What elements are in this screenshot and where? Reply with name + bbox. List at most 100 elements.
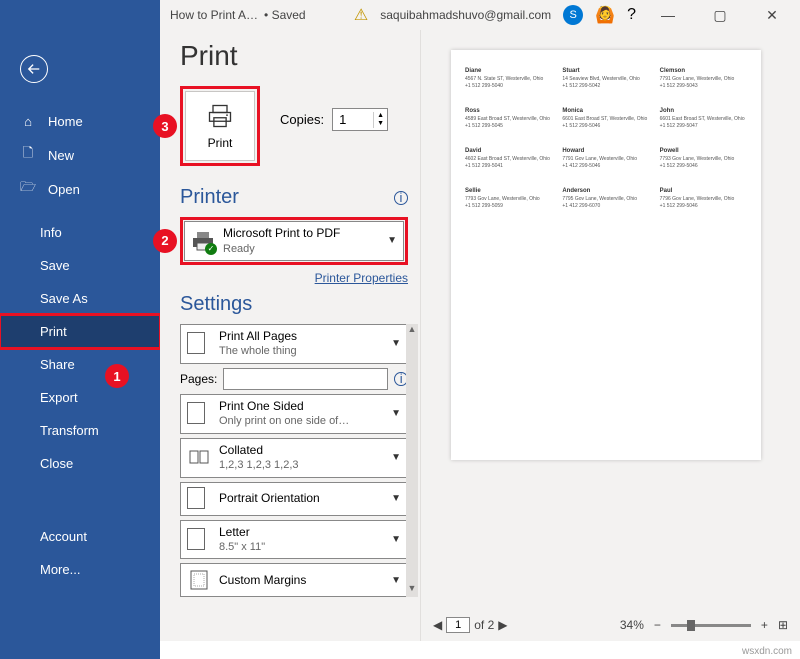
nav-new-label: New: [48, 148, 74, 163]
maximize-button[interactable]: ▢: [700, 1, 740, 29]
printer-status: Ready: [223, 242, 379, 256]
print-settings-column: Print 3 Print Copies: ▲▼ Printer i 2: [160, 30, 420, 641]
annotation-badge-2: 2: [153, 229, 177, 253]
nav-print[interactable]: Print: [0, 315, 160, 348]
page-title: Print: [180, 40, 408, 72]
print-range-dropdown[interactable]: Print All PagesThe whole thing ▼: [180, 324, 408, 364]
annotation-badge-3: 3: [153, 114, 177, 138]
chevron-down-icon: ▼: [391, 338, 401, 349]
copies-spinner[interactable]: ▲▼: [373, 112, 387, 128]
margins-dropdown[interactable]: Custom Margins ▼: [180, 563, 408, 597]
chevron-down-icon: ▼: [387, 235, 397, 246]
pages-input[interactable]: [223, 368, 388, 390]
nav-save[interactable]: Save: [0, 249, 160, 282]
address-entry: Powell7793 Gov Lane, Westerville, Ohio+1…: [660, 148, 747, 170]
print-button-label: Print: [208, 136, 233, 150]
chevron-down-icon: ▼: [391, 534, 401, 545]
sides-dropdown[interactable]: Print One SidedOnly print on one side of…: [180, 394, 408, 434]
annotation-badge-1: 1: [105, 364, 129, 388]
one-sided-icon: [187, 402, 211, 426]
zoom-in-button[interactable]: +: [761, 618, 768, 632]
nav-home-label: Home: [48, 114, 83, 129]
printer-dropdown[interactable]: ✓ Microsoft Print to PDF Ready ▼: [184, 221, 404, 261]
settings-heading: Settings: [180, 293, 408, 316]
address-entry: Stuart14 Seaview Blvd, Westerville, Ohio…: [562, 68, 649, 90]
print-button[interactable]: Print: [185, 91, 255, 161]
user-avatar[interactable]: S: [563, 5, 583, 25]
nav-transform-label: Transform: [40, 423, 99, 438]
nav-close[interactable]: Close: [0, 447, 160, 480]
zoom-out-button[interactable]: −: [654, 618, 661, 632]
document-title: How to Print A…: [170, 8, 258, 22]
pages-icon: [187, 332, 211, 356]
zoom-slider[interactable]: [671, 624, 751, 627]
close-window-button[interactable]: ✕: [752, 1, 792, 29]
paper-size-dropdown[interactable]: Letter8.5" x 11" ▼: [180, 520, 408, 560]
prev-page-button[interactable]: ◀: [433, 618, 442, 632]
collation-sub: 1,2,3 1,2,3 1,2,3: [219, 458, 383, 472]
nav-saveas-label: Save As: [40, 291, 88, 306]
nav-more-label: More...: [40, 562, 80, 577]
nav-open[interactable]: 🗁Open: [0, 172, 160, 206]
nav-share[interactable]: Share: [0, 348, 160, 381]
main-area: Print 3 Print Copies: ▲▼ Printer i 2: [160, 30, 800, 641]
page-number-input[interactable]: [446, 617, 470, 633]
address-entry: Howard7791 Gov Lane, Westerville, Ohio+1…: [562, 148, 649, 170]
fit-page-button[interactable]: ⊞: [778, 618, 788, 632]
collation-dropdown[interactable]: Collated1,2,3 1,2,3 1,2,3 ▼: [180, 438, 408, 478]
backstage-sidebar: ⌂Home 🗋New 🗁Open Info Save Save As Print…: [0, 0, 160, 659]
coming-soon-icon[interactable]: 🙆: [595, 5, 615, 25]
nav-account[interactable]: Account: [0, 520, 160, 553]
page-count-label: of 2: [474, 618, 494, 632]
nav-home[interactable]: ⌂Home: [0, 104, 160, 138]
margins-title: Custom Margins: [219, 573, 383, 589]
user-email: saquibahmadshuvo@gmail.com: [380, 8, 551, 22]
printer-icon: [206, 102, 234, 130]
orientation-title: Portrait Orientation: [219, 491, 383, 507]
nav-export-label: Export: [40, 390, 78, 405]
chevron-down-icon: ▼: [391, 408, 401, 419]
collation-title: Collated: [219, 443, 383, 459]
nav-saveas[interactable]: Save As: [0, 282, 160, 315]
save-status: • Saved: [264, 8, 306, 22]
nav-close-label: Close: [40, 456, 73, 471]
print-range-title: Print All Pages: [219, 329, 383, 345]
copies-row: Copies: ▲▼: [280, 108, 388, 131]
minimize-button[interactable]: —: [648, 1, 688, 29]
print-button-highlight: 3 Print: [180, 86, 260, 166]
address-entry: David4602 East Broad ST, Westerville, Oh…: [465, 148, 552, 170]
nav-print-label: Print: [40, 324, 67, 339]
preview-footer: ◀ of 2 ▶ 34% − + ⊞: [421, 617, 800, 633]
sides-sub: Only print on one side of…: [219, 414, 383, 428]
zoom-percent: 34%: [620, 618, 644, 632]
settings-scrollbar[interactable]: ▲▼: [406, 324, 418, 598]
chevron-down-icon: ▼: [391, 493, 401, 504]
copies-input-wrap: ▲▼: [332, 108, 388, 131]
address-entry: Diane4567 N. State ST, Westerville, Ohio…: [465, 68, 552, 90]
check-icon: ✓: [205, 243, 217, 255]
nav-info-label: Info: [40, 225, 62, 240]
margins-icon: [187, 568, 211, 592]
nav-new[interactable]: 🗋New: [0, 138, 160, 172]
nav-transform[interactable]: Transform: [0, 414, 160, 447]
copies-input[interactable]: [333, 109, 373, 130]
orientation-dropdown[interactable]: Portrait Orientation ▼: [180, 482, 408, 516]
address-entry: Monica6601 East Broad ST, Westerville, O…: [562, 108, 649, 130]
warning-icon: ⚠: [354, 5, 368, 25]
address-entry: Clemson7791 Gov Lane, Westerville, Ohio+…: [660, 68, 747, 90]
printer-device-icon: ✓: [191, 229, 215, 253]
watermark: wsxdn.com: [742, 646, 792, 657]
collated-icon: [187, 446, 211, 470]
address-entry: Sellie7793 Gov Lane, Westerville, Ohio+1…: [465, 188, 552, 210]
next-page-button[interactable]: ▶: [498, 618, 507, 632]
paper-title: Letter: [219, 525, 383, 541]
back-button[interactable]: [20, 55, 48, 83]
help-icon[interactable]: ?: [627, 6, 636, 24]
nav-info[interactable]: Info: [0, 216, 160, 249]
nav-more[interactable]: More...: [0, 553, 160, 586]
printer-info-icon[interactable]: i: [394, 191, 408, 205]
printer-properties-link[interactable]: Printer Properties: [315, 271, 408, 285]
nav-export[interactable]: Export: [0, 381, 160, 414]
address-entry: Anderson7795 Gov Lane, Westerville, Ohio…: [562, 188, 649, 210]
portrait-icon: [187, 487, 211, 511]
